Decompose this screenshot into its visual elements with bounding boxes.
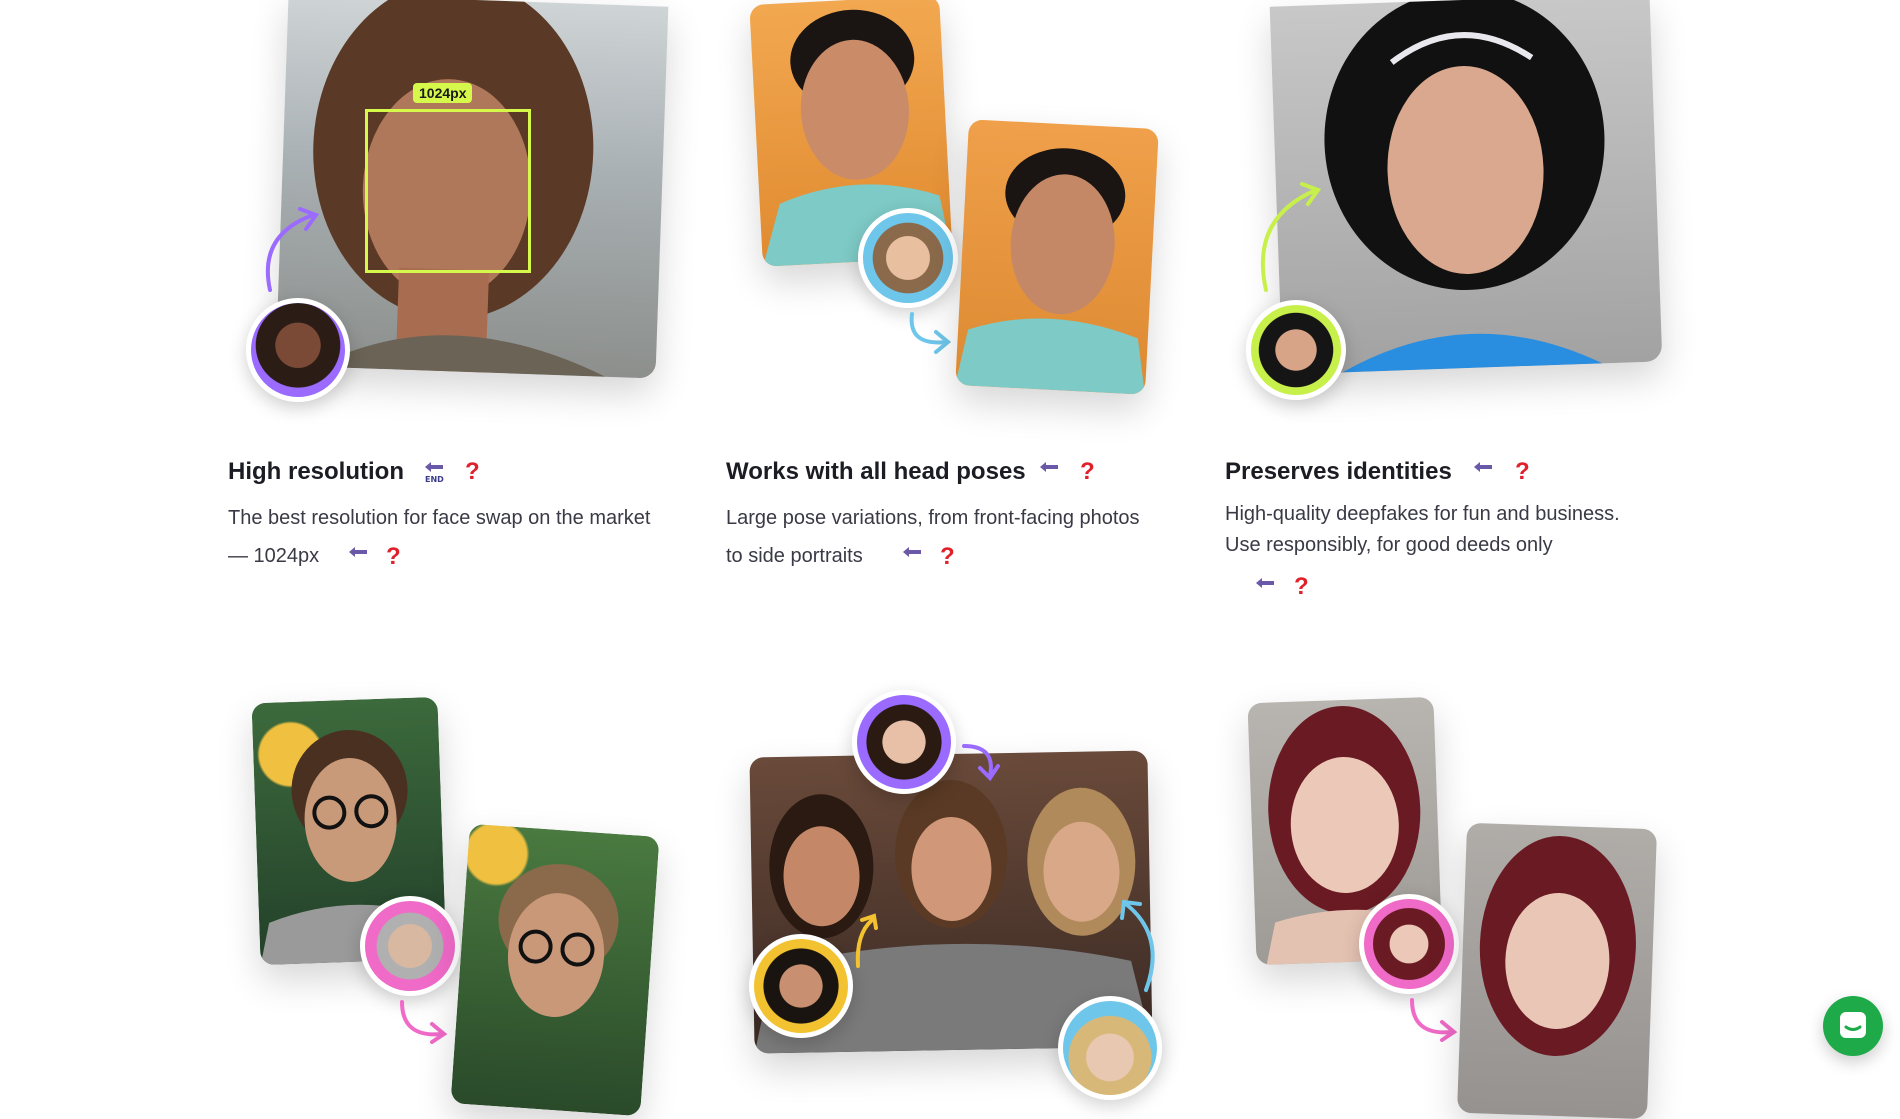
question-icon: ? (940, 543, 955, 570)
resolution-tag: 1024px (413, 83, 473, 103)
feature-title: Works with all head poses (726, 458, 1026, 485)
portrait-older-man-glasses (450, 823, 660, 1117)
curved-arrow-icon (400, 1000, 448, 1044)
portrait-man-side (955, 119, 1159, 395)
feature-title: Preserves identities (1225, 458, 1452, 485)
curved-arrow-icon (1120, 899, 1155, 992)
curved-arrow-icon (962, 744, 1000, 782)
description-text: — 1024px (228, 545, 320, 567)
description-line: Use responsibly, for good deeds only (1225, 534, 1553, 556)
source-face-avatar (1359, 894, 1459, 994)
description-line: High-quality deepfakes for fun and busin… (1225, 503, 1620, 525)
question-icon: ? (465, 458, 480, 485)
end-arrow-icon: END (421, 460, 447, 484)
end-arrow-icon (1036, 460, 1062, 484)
source-face-avatar (749, 934, 853, 1038)
source-face-avatar (360, 896, 460, 996)
end-arrow-icon (1252, 576, 1278, 600)
curved-arrow-icon (1260, 182, 1322, 292)
end-arrow-icon (1470, 460, 1496, 484)
source-face-avatar (858, 208, 958, 308)
feature-description: The best resolution for face swap on the… (228, 499, 688, 575)
source-face-avatar (246, 298, 350, 402)
feature-description: High-quality deepfakes for fun and busin… (1225, 499, 1685, 561)
source-face-avatar (852, 690, 956, 794)
face-detection-box (365, 109, 531, 273)
question-icon: ? (1294, 573, 1309, 600)
end-arrow-icon (899, 545, 925, 569)
curved-arrow-icon (1410, 998, 1458, 1042)
feature-title: High resolution (228, 458, 404, 485)
question-icon: ? (1080, 458, 1095, 485)
question-icon: ? (386, 543, 401, 570)
curved-arrow-icon (855, 913, 878, 968)
chat-launcher-button[interactable] (1823, 996, 1883, 1056)
question-icon: ? (1515, 458, 1530, 485)
end-arrow-icon (345, 545, 371, 569)
source-face-avatar (1246, 300, 1346, 400)
curved-arrow-icon (265, 207, 320, 292)
description-line: The best resolution for face swap on the… (228, 507, 651, 529)
description-line: — 1024px (228, 537, 688, 575)
chat-icon (1840, 1012, 1866, 1038)
description-line: Large pose variations, from front-facing… (726, 507, 1140, 529)
feature-description: Large pose variations, from front-facing… (726, 499, 1186, 575)
curved-arrow-icon (909, 312, 952, 354)
source-face-avatar (1058, 996, 1162, 1100)
description-line: to side portraits (726, 545, 863, 567)
end-label: END (425, 475, 444, 484)
